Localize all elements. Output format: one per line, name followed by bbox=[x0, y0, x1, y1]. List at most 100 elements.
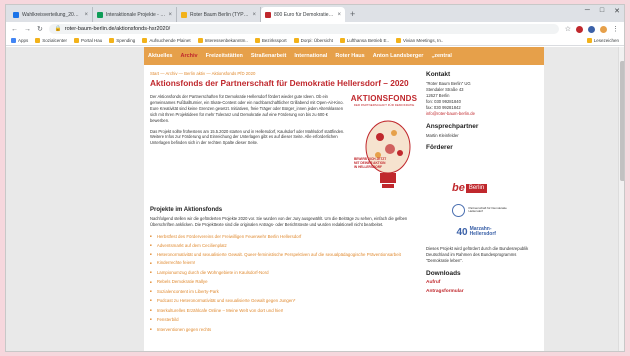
project-link[interactable]: Fensterbild bbox=[150, 315, 418, 324]
projects-list: Herbstfest des Fördervereins der Freiwil… bbox=[150, 232, 418, 334]
folder-icon bbox=[74, 38, 80, 43]
download-antragsformular-link[interactable]: Antragsformular bbox=[426, 289, 534, 294]
poster-subtitle: DER PARTNERSCHAFT FÜR DEMOKRATIE bbox=[353, 102, 415, 107]
bookmark[interactable]: Interessenbekanntm.. bbox=[197, 38, 248, 43]
tab-favicon bbox=[13, 11, 19, 18]
funder-logo-placeholder bbox=[426, 154, 534, 176]
folder-icon bbox=[109, 38, 115, 43]
extension-icon[interactable] bbox=[588, 25, 595, 33]
reload-icon[interactable]: ↻ bbox=[37, 25, 43, 33]
bookmark-apps[interactable]: Apps bbox=[11, 38, 28, 43]
intro-paragraph-1: Der Aktionsfonds der Partnerschaften für… bbox=[150, 93, 344, 123]
minimize-icon[interactable]: ─ bbox=[585, 7, 590, 15]
project-link[interactable]: Heteronormativität und sexualisierte Gew… bbox=[150, 251, 418, 259]
project-link[interactable]: Interkulturelles Erzählcafe Online – Mei… bbox=[150, 306, 418, 315]
breadcrumb-start[interactable]: Start bbox=[150, 71, 159, 76]
funder-text: Dieses Projekt wird gefördert durch die … bbox=[426, 245, 529, 263]
tab-favicon bbox=[181, 11, 187, 18]
nav-item-roter-haus[interactable]: Roter Haus bbox=[335, 53, 364, 59]
bookmark[interactable]: Bezirkssport bbox=[254, 38, 287, 43]
tab-2[interactable]: Interaktionale Projekte - Google..× bbox=[93, 7, 177, 22]
profile-avatar[interactable] bbox=[600, 25, 607, 33]
bookmark[interactable]: Sozialcenter bbox=[35, 38, 67, 43]
breadcrumb-current: Aktionsfonds PfD 2020 bbox=[211, 71, 256, 76]
bookmark-label: Spending bbox=[116, 38, 136, 43]
project-link[interactable]: Adventsmarkt auf dem Cecilienplatz bbox=[150, 241, 418, 250]
folder-icon bbox=[395, 38, 401, 43]
pfd-logo[interactable]: Partnerschaft für Demokratie Hellersdorf bbox=[426, 201, 534, 220]
contact-email-link[interactable]: info@roter-baum-berlin.de bbox=[426, 111, 534, 117]
nav-item-anton-landsberger[interactable]: Anton Landsberger bbox=[373, 53, 424, 59]
tab-3[interactable]: Roter Baum Berlin (TYPO3 CMS..× bbox=[177, 7, 261, 22]
nav-item-zentral[interactable]: „zentral bbox=[431, 53, 451, 59]
page-viewport: Aktuelles Archiv Freizeitstätten Straßen… bbox=[6, 47, 624, 351]
lightbulb-illustration bbox=[365, 120, 411, 188]
breadcrumb-archiv[interactable]: Archiv bbox=[166, 71, 178, 76]
download-aufruf-link[interactable]: Aufruf bbox=[426, 280, 534, 285]
nav-item-strassenarbeit[interactable]: Straßenarbeit bbox=[251, 53, 286, 59]
maximize-icon[interactable]: □ bbox=[600, 7, 604, 15]
partner-name: Martin Kleinfelder bbox=[426, 132, 459, 138]
seal-text: Partnerschaft für Demokratie Hellersdorf bbox=[468, 205, 507, 214]
close-icon[interactable]: × bbox=[168, 12, 172, 18]
bookmark[interactable]: Spending bbox=[109, 38, 135, 43]
bookmark-label: Interessenbekanntm.. bbox=[204, 38, 248, 43]
berlin-logo[interactable]: be Berlin bbox=[426, 179, 534, 198]
bookmark[interactable]: Portal Hau bbox=[74, 38, 102, 43]
project-link[interactable]: Herbstfest des Fördervereins der Freiwil… bbox=[150, 232, 418, 241]
scrollbar-thumb[interactable] bbox=[620, 61, 624, 181]
nav-item-aktuelles[interactable]: Aktuelles bbox=[148, 53, 172, 59]
extension-icon[interactable] bbox=[576, 25, 583, 33]
contact-text: "Roter Baum Berlin" UG Stendaler Straße … bbox=[426, 81, 534, 118]
poster-callout: BEWIRB DICH JETZT MIT DEINER AKTION IN H… bbox=[354, 156, 387, 169]
partner-heading: Ansprechpartner bbox=[426, 122, 479, 130]
forward-icon[interactable]: → bbox=[24, 26, 31, 33]
apps-icon bbox=[11, 38, 16, 43]
downloads-heading: Downloads bbox=[426, 269, 461, 277]
menu-icon[interactable]: ⋮ bbox=[612, 25, 619, 33]
folder-icon bbox=[339, 38, 345, 43]
folder-icon bbox=[586, 38, 592, 43]
close-icon[interactable]: × bbox=[337, 12, 341, 18]
breadcrumb-berlin-aktiv[interactable]: Berlin aktiv bbox=[184, 71, 205, 76]
scrollbar[interactable] bbox=[618, 47, 624, 351]
close-icon[interactable]: × bbox=[84, 12, 88, 18]
bookmark-other[interactable]: Lesezeichen bbox=[586, 38, 619, 43]
marzahn-hellersdorf-logo[interactable]: 40 Marzahn-Hellersdorf bbox=[426, 223, 534, 242]
site-nav: Aktuelles Archiv Freizeitstätten Straßen… bbox=[144, 47, 544, 65]
project-link[interactable]: Podcast zu Heteronormativität und sexual… bbox=[150, 296, 418, 305]
funder-heading: Förderer bbox=[426, 143, 453, 151]
star-icon[interactable]: ☆ bbox=[565, 25, 571, 33]
berlin-logo-text: Berlin bbox=[465, 183, 488, 193]
breadcrumb: Start — Archiv — Berlin aktiv — Aktionsf… bbox=[150, 71, 256, 76]
project-link[interactable]: Interventionen gegen rechts bbox=[150, 325, 418, 334]
close-icon[interactable]: × bbox=[252, 12, 256, 18]
close-window-icon[interactable]: ✕ bbox=[614, 7, 620, 15]
url-text: roter-baum-berlin.de/aktionsfonds-hsr202… bbox=[64, 26, 171, 32]
tab-favicon bbox=[97, 11, 103, 18]
tab-4-active[interactable]: 800 Euro für Demokratie Hell..× bbox=[261, 7, 345, 22]
tab-title: Roter Baum Berlin (TYPO3 CMS.. bbox=[190, 11, 250, 18]
bookmark-label: Bezirkssport bbox=[261, 38, 287, 43]
bookmark[interactable]: Dorpi: Übersicht bbox=[293, 38, 333, 43]
bookmark[interactable]: Aufsuchende Plainet bbox=[142, 38, 191, 43]
bookmark-label: Apps bbox=[18, 38, 29, 43]
back-icon[interactable]: ← bbox=[11, 26, 18, 33]
bookmark[interactable]: Lufthansa Betrieb E.. bbox=[339, 38, 389, 43]
project-link[interactable]: Rebels Demokratie Rallye bbox=[150, 277, 418, 286]
intro-paragraph-2: Das Projekt sollte frühestens am 15.5.20… bbox=[150, 128, 345, 146]
bookmark-label: Sozialcenter bbox=[42, 38, 68, 43]
intro: Der Aktionsfonds der Partnerschaften für… bbox=[150, 93, 418, 202]
project-link[interactable]: Lampionumzug durch die Wohngebiete in Ka… bbox=[150, 268, 418, 277]
contact-section: Kontakt "Roter Baum Berlin" UG Stendaler… bbox=[426, 71, 534, 118]
new-tab-button[interactable]: + bbox=[345, 7, 360, 22]
nav-item-freizeitstaetten[interactable]: Freizeitstätten bbox=[206, 53, 243, 59]
project-link[interactable]: Kinderrechte feiern! bbox=[150, 258, 418, 267]
nav-item-archiv[interactable]: Archiv bbox=[180, 53, 197, 59]
address-bar[interactable]: 🔒 roter-baum-berlin.de/aktionsfonds-hsr20… bbox=[48, 24, 559, 34]
bookmark-label: Aufsuchende Plainet bbox=[149, 38, 191, 43]
nav-item-international[interactable]: International bbox=[294, 53, 327, 59]
project-link[interactable]: Sozialencontent im Liberty-Park bbox=[150, 287, 418, 296]
bookmark[interactable]: Vivian Meetings, In.. bbox=[395, 38, 443, 43]
tab-1[interactable]: Wahlkreisverteilung_2021_1.. × bbox=[9, 7, 93, 22]
